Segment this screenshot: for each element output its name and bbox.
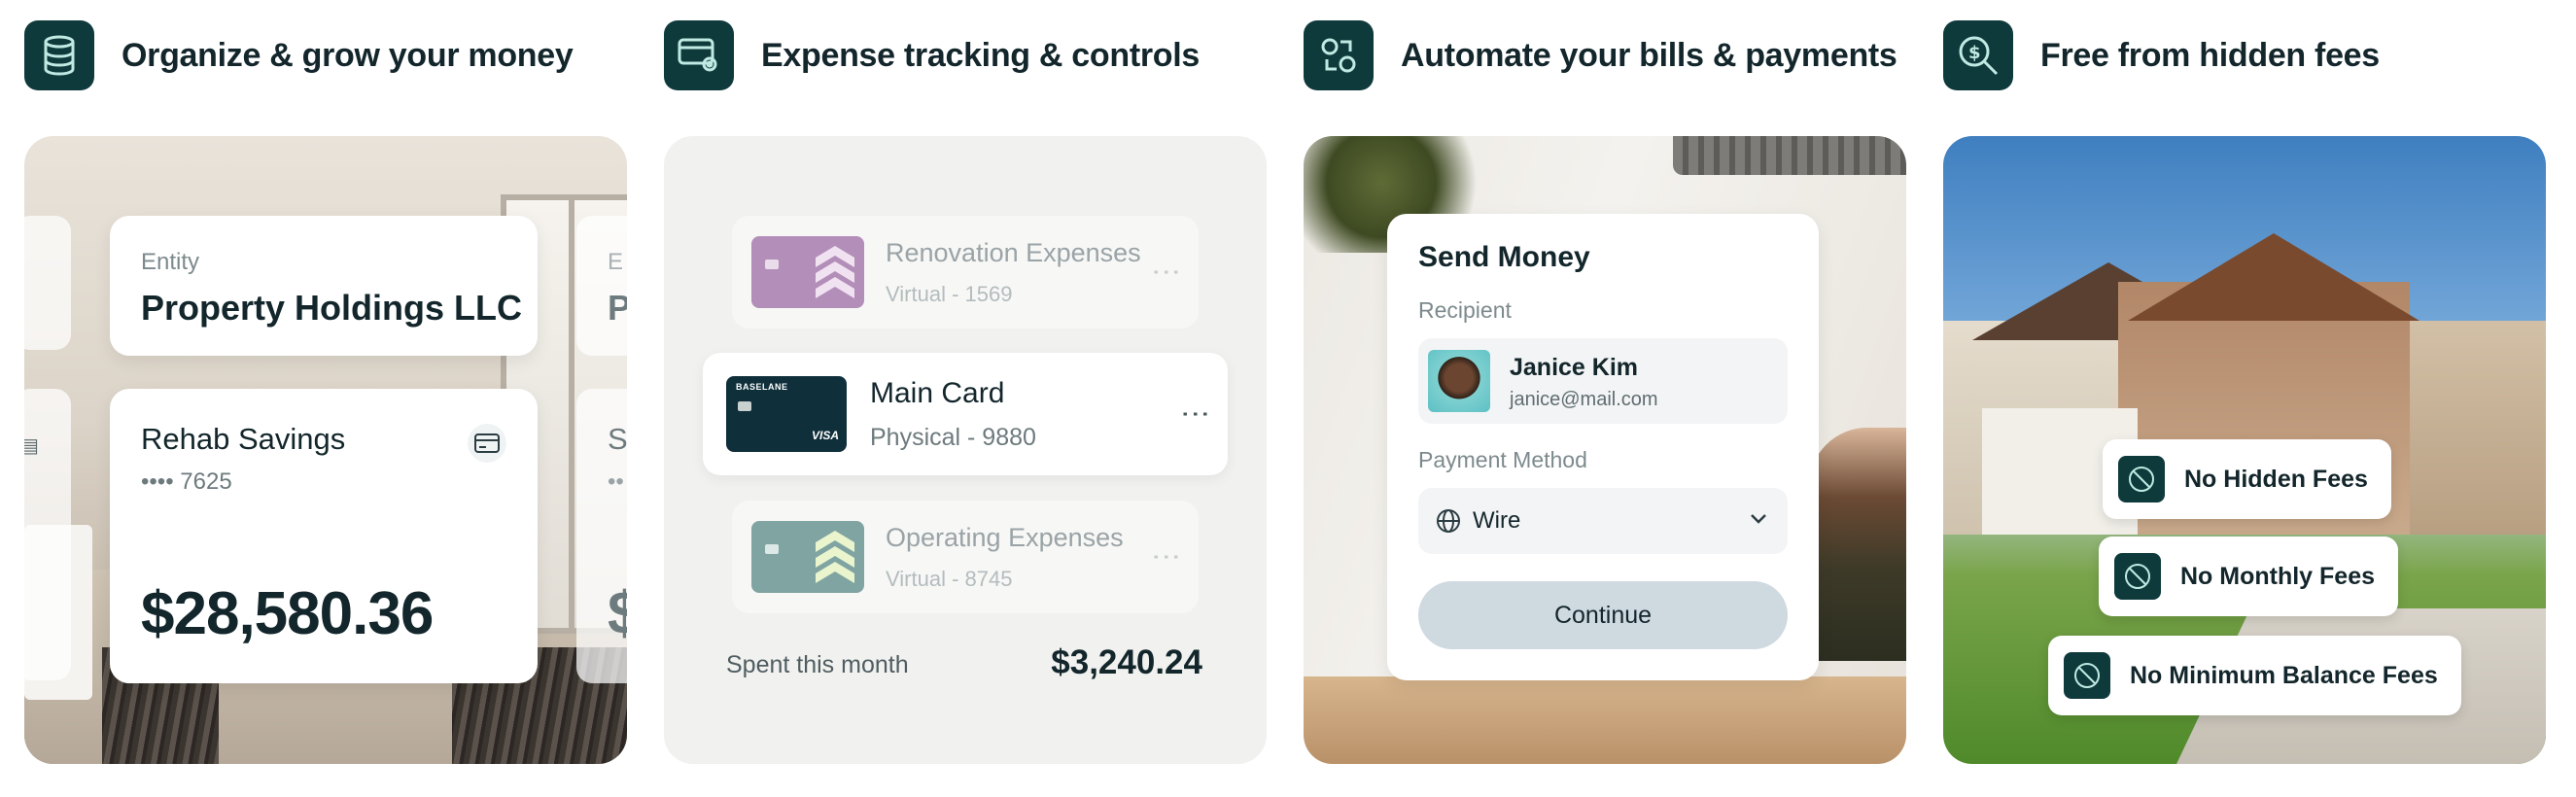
ghost-account-number: •• [608, 468, 624, 495]
method-label: Payment Method [1418, 447, 1587, 472]
card-name: Operating Expenses [886, 522, 1124, 552]
more-menu-icon[interactable]: ⋮ [1179, 399, 1211, 429]
spent-value: $3,240.24 [1051, 643, 1202, 681]
recipient-email: janice@mail.com [1510, 389, 1658, 410]
ghost-entity-name: P [608, 288, 627, 328]
card-name: Renovation Expenses [886, 237, 1141, 267]
ghost-card: ▤ [24, 389, 71, 680]
table-image [1304, 676, 1906, 764]
recipient-field[interactable]: Janice Kim janice@mail.com [1418, 338, 1788, 424]
send-money-title: Send Money [1418, 241, 1590, 273]
feature-header: Expense tracking & controls [664, 19, 1200, 91]
feature-title: Organize & grow your money [122, 36, 574, 74]
feature-title: Automate your bills & payments [1401, 36, 1897, 74]
expense-panel: Renovation Expenses Virtual - 1569 ⋮ BAS… [664, 136, 1267, 764]
globe-icon [1436, 508, 1461, 538]
card-row-operating[interactable]: Operating Expenses Virtual - 8745 ⋮ [732, 501, 1199, 613]
card-text: Main Card Physical - 9880 [870, 377, 1036, 452]
fee-text: No Minimum Balance Fees [2130, 661, 2438, 689]
feature-header: $ Free from hidden fees [1943, 19, 2380, 91]
feature-fees: $ Free from hidden fees No Hidden Fees N… [1943, 0, 2546, 797]
ghost-icon: ▤ [24, 435, 39, 457]
organize-panel: ▤ Entity Property Holdings LLC Rehab Sav… [24, 136, 627, 764]
send-money-card: Send Money Recipient Janice Kim janice@m… [1387, 214, 1819, 680]
fee-text: No Hidden Fees [2184, 465, 2368, 493]
card-text: Renovation Expenses Virtual - 1569 [886, 238, 1141, 307]
entity-card[interactable]: Entity Property Holdings LLC [110, 216, 538, 356]
card-text: Operating Expenses Virtual - 8745 [886, 523, 1124, 592]
card-sub: Physical - 9880 [870, 423, 1036, 451]
card-network: VISA [811, 429, 839, 442]
person-image [1809, 428, 1906, 661]
fee-text: No Monthly Fees [2180, 562, 2376, 590]
ghost-balance: $ [608, 580, 627, 647]
feature-expense: Expense tracking & controls Renovation E… [664, 0, 1267, 797]
feature-title: Expense tracking & controls [761, 36, 1201, 74]
feature-header: Automate your bills & payments [1304, 19, 1897, 91]
more-menu-icon[interactable]: ⋮ [1150, 258, 1182, 287]
no-fee-icon [2114, 553, 2161, 600]
method-select[interactable]: Wire [1418, 488, 1788, 554]
fee-badge: No Monthly Fees [2099, 537, 2399, 616]
ghost-account-card: S •• $ [576, 389, 627, 683]
fees-panel: No Hidden Fees No Monthly Fees No Minimu… [1943, 136, 2546, 764]
card-sub: Virtual - 1569 [886, 281, 1013, 306]
card-settings-icon [664, 20, 734, 90]
card-image [751, 521, 864, 593]
account-card[interactable]: Rehab Savings •••• 7625 $28,580.36 [110, 389, 538, 683]
ghost-card [24, 216, 71, 350]
fee-badge: No Hidden Fees [2103, 439, 2391, 519]
card-image [751, 236, 864, 308]
fee-badge: No Minimum Balance Fees [2048, 636, 2461, 715]
feature-header: Organize & grow your money [24, 19, 574, 91]
vent-image [1673, 136, 1906, 175]
avatar [1428, 350, 1490, 412]
ghost-entity-card: E P [576, 216, 627, 356]
method-value: Wire [1473, 507, 1521, 534]
cycle-arrows-icon [1304, 20, 1374, 90]
recipient-name: Janice Kim [1510, 354, 1639, 381]
ghost-account-name: S [608, 422, 627, 456]
feature-title: Free from hidden fees [2040, 36, 2380, 74]
feature-payments: Automate your bills & payments Send Mone… [1304, 0, 1906, 797]
ghost-entity-label: E [608, 249, 624, 275]
card-icon [468, 424, 506, 463]
card-name: Main Card [870, 376, 1005, 409]
entity-label: Entity [141, 249, 200, 275]
recipient-label: Recipient [1418, 297, 1512, 323]
no-fee-icon [2118, 456, 2165, 502]
card-brand: BASELANE [736, 382, 788, 392]
no-fee-icon [2064, 652, 2110, 699]
spent-label: Spent this month [726, 651, 909, 678]
svg-text:$: $ [1968, 43, 1981, 63]
feature-organize: Organize & grow your money ▤ Entity Prop… [24, 0, 627, 797]
account-name: Rehab Savings [141, 422, 346, 456]
card-sub: Virtual - 8745 [886, 566, 1013, 591]
payments-panel: Send Money Recipient Janice Kim janice@m… [1304, 136, 1906, 764]
entity-name: Property Holdings LLC [141, 288, 523, 328]
card-image: BASELANE VISA [726, 376, 847, 452]
more-menu-icon[interactable]: ⋮ [1150, 542, 1182, 572]
card-row-renovation[interactable]: Renovation Expenses Virtual - 1569 ⋮ [732, 216, 1199, 329]
continue-button[interactable]: Continue [1418, 581, 1788, 649]
card-row-main[interactable]: BASELANE VISA Main Card Physical - 9880 … [703, 353, 1228, 475]
balance: $28,580.36 [141, 580, 434, 647]
chevron-down-icon[interactable] [1749, 511, 1768, 530]
dollar-search-icon: $ [1943, 20, 2013, 90]
account-number: •••• 7625 [141, 468, 232, 495]
database-icon [24, 20, 94, 90]
